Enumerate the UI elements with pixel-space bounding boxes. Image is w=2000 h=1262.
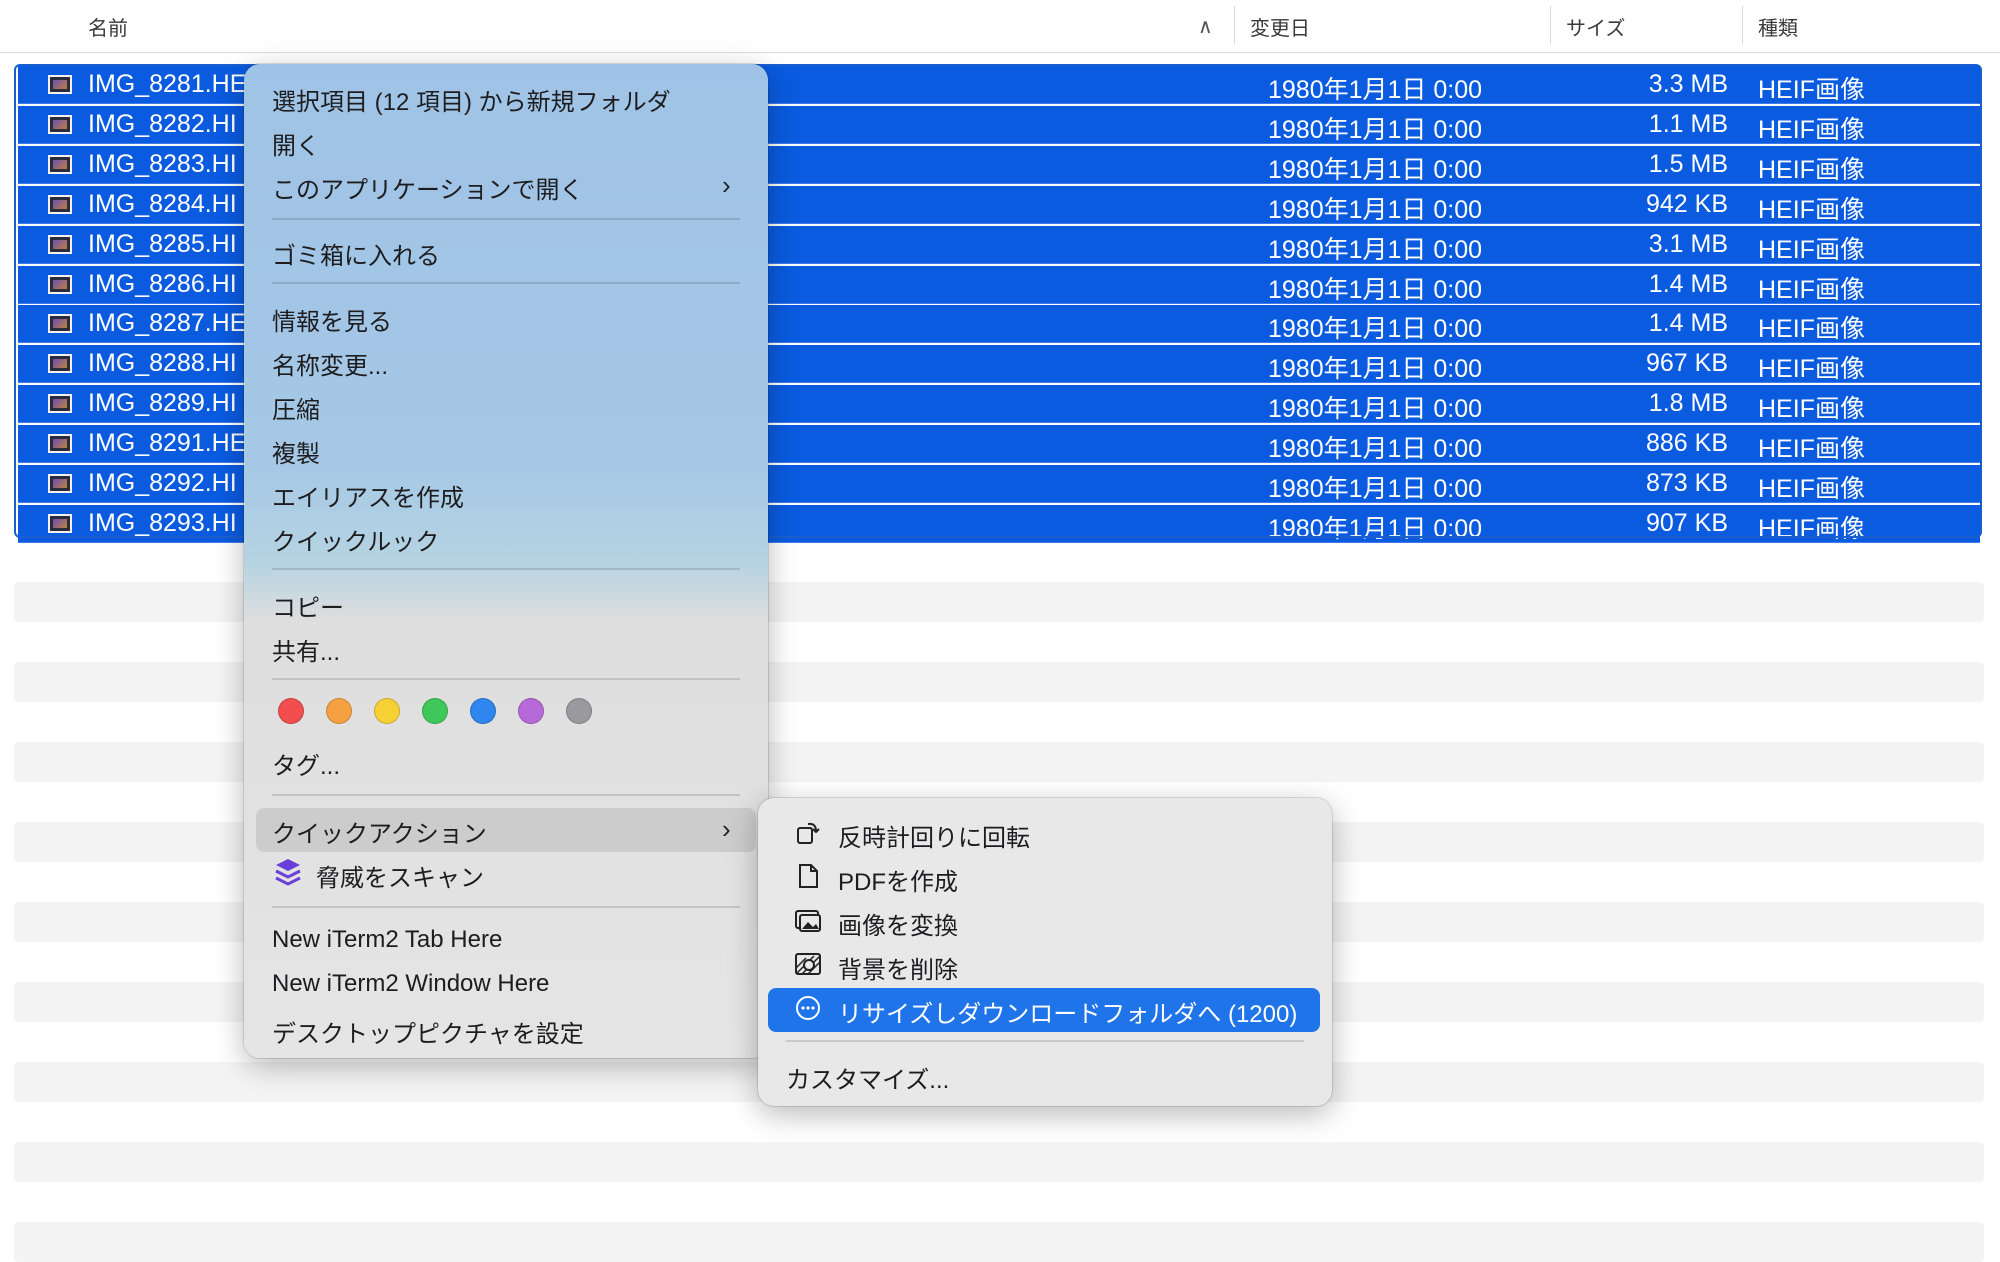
tag-gray[interactable]: [566, 698, 592, 724]
column-name-header[interactable]: 名前: [88, 12, 128, 41]
duplicate-item[interactable]: 複製: [272, 434, 320, 469]
document-icon: [799, 864, 818, 888]
column-divider[interactable]: [1550, 6, 1551, 44]
rotate-left-action[interactable]: 反時計回りに回転: [838, 818, 1030, 853]
menu-separator: [272, 906, 740, 908]
empty-row: [14, 1222, 1984, 1262]
chevron-right-icon: ›: [722, 814, 731, 844]
menu-separator: [786, 1040, 1304, 1042]
set-desktop-picture-item[interactable]: デスクトップピクチャを設定: [272, 1014, 584, 1049]
quick-look-item[interactable]: クイックルック: [272, 522, 439, 557]
menu-separator: [272, 282, 740, 284]
list-header: 名前 ∧ 変更日 サイズ 種類: [0, 0, 2000, 53]
tag-blue[interactable]: [470, 698, 496, 724]
get-info-item[interactable]: 情報を見る: [272, 302, 392, 337]
column-divider[interactable]: [1234, 6, 1235, 44]
more-ellipsis-circle-icon: [796, 996, 820, 1020]
sort-ascending-icon[interactable]: ∧: [1198, 14, 1213, 39]
tags-item[interactable]: タグ...: [272, 746, 340, 781]
remove-background-icon: [795, 953, 821, 975]
copy-item[interactable]: コピー: [272, 588, 344, 623]
iterm-new-tab-item[interactable]: New iTerm2 Tab Here: [272, 926, 502, 954]
context-menu: 選択項目 (12 項目) から新規フォルダ 開く このアプリケーションで開く ›…: [244, 64, 768, 1058]
tag-yellow[interactable]: [374, 698, 400, 724]
iterm-new-window-item[interactable]: New iTerm2 Window Here: [272, 970, 549, 998]
convert-image-action[interactable]: 画像を変換: [838, 906, 958, 941]
menu-separator: [272, 678, 740, 680]
menu-separator: [272, 218, 740, 220]
remove-background-action[interactable]: 背景を削除: [838, 950, 958, 985]
threat-scan-shield-icon: [275, 859, 301, 886]
column-divider[interactable]: [1742, 6, 1743, 44]
rotate-left-icon: [797, 822, 820, 844]
open-item[interactable]: 開く: [272, 126, 320, 161]
chevron-right-icon: ›: [722, 170, 731, 200]
tag-orange[interactable]: [326, 698, 352, 724]
tag-purple[interactable]: [518, 698, 544, 724]
menu-separator: [272, 794, 740, 796]
compress-item[interactable]: 圧縮: [272, 390, 320, 425]
empty-row: [14, 1142, 1984, 1182]
open-with-item[interactable]: このアプリケーションで開く: [272, 170, 584, 205]
resize-to-downloads-action[interactable]: リサイズしダウンロードフォルダへ (1200): [838, 994, 1297, 1029]
create-pdf-action[interactable]: PDFを作成: [838, 862, 958, 897]
customize-action[interactable]: カスタマイズ...: [786, 1060, 949, 1095]
scan-threats-item[interactable]: 脅威をスキャン: [316, 858, 484, 893]
quick-actions-submenu: 反時計回りに回転 PDFを作成 画像を変換 背景を削除 リサイズしダウンロードフ…: [758, 798, 1332, 1106]
menu-separator: [272, 568, 740, 570]
rename-item[interactable]: 名称変更...: [272, 346, 388, 381]
tag-green[interactable]: [422, 698, 448, 724]
quick-actions-item[interactable]: クイックアクション: [272, 814, 487, 849]
share-item[interactable]: 共有...: [272, 632, 340, 667]
column-kind-header[interactable]: 種類: [1758, 12, 1798, 41]
column-date-header[interactable]: 変更日: [1250, 12, 1310, 41]
new-folder-with-selection-item[interactable]: 選択項目 (12 項目) から新規フォルダ: [272, 82, 671, 117]
move-to-trash-item[interactable]: ゴミ箱に入れる: [272, 236, 440, 271]
photo-convert-icon: [795, 910, 821, 932]
tag-red[interactable]: [278, 698, 304, 724]
make-alias-item[interactable]: エイリアスを作成: [272, 478, 464, 513]
column-size-header[interactable]: サイズ: [1566, 12, 1625, 41]
